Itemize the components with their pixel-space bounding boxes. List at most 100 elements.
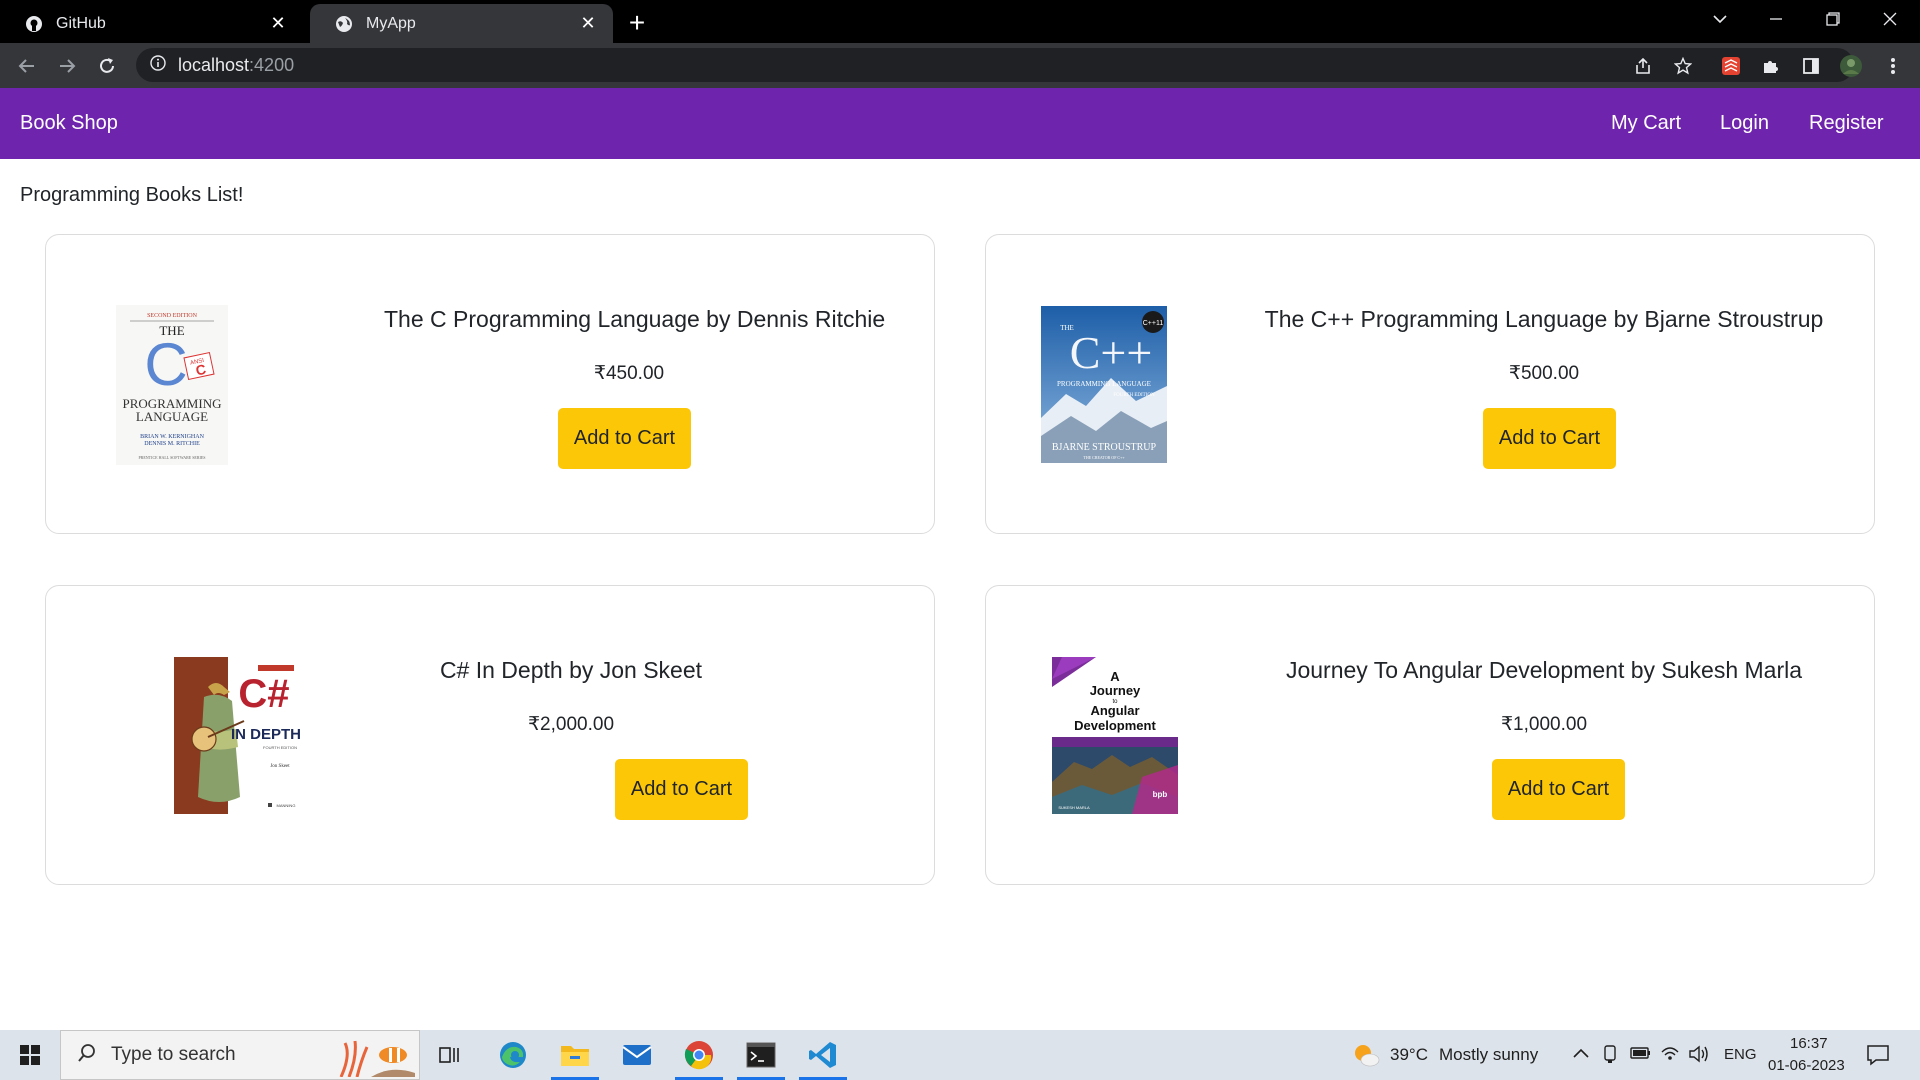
extensions-puzzle-icon[interactable] xyxy=(1756,51,1786,81)
terminal-icon[interactable] xyxy=(734,1030,788,1080)
search-placeholder: Type to search xyxy=(111,1044,236,1065)
clock-date[interactable]: 01-06-2023 xyxy=(1768,1057,1845,1074)
browser-tab-strip: GitHub ✕ MyApp ✕ + xyxy=(0,0,1920,43)
side-panel-icon[interactable] xyxy=(1796,51,1826,81)
back-icon[interactable] xyxy=(12,51,42,81)
nav-login[interactable]: Login xyxy=(1720,112,1769,135)
weather-temperature[interactable]: 39°C xyxy=(1390,1045,1428,1065)
tab-search-icon[interactable] xyxy=(1700,0,1740,38)
cover-text: BRIAN W. KERNIGHAN xyxy=(140,434,205,440)
book-price: ₹500.00 xyxy=(1508,363,1580,384)
task-view-icon[interactable] xyxy=(423,1030,477,1080)
show-hidden-icons-chevron-icon[interactable] xyxy=(1572,1046,1590,1065)
cover-text: MANNING xyxy=(277,803,296,808)
github-icon xyxy=(24,14,44,34)
search-icon xyxy=(77,1043,97,1068)
nav-register[interactable]: Register xyxy=(1809,112,1883,135)
profile-avatar-icon[interactable] xyxy=(1836,51,1866,81)
book-cover-angular: A Journey to Angular Development SUKESH … xyxy=(1052,657,1178,814)
book-card: SECOND EDITION THE C ANSI C PROGRAMMING … xyxy=(45,234,935,534)
cover-text: THE CREATOR OF C++ xyxy=(1083,455,1125,460)
info-icon[interactable] xyxy=(150,54,166,76)
tab-title: MyApp xyxy=(366,14,416,32)
add-to-cart-button[interactable]: Add to Cart xyxy=(1483,408,1616,469)
close-tab-icon[interactable]: ✕ xyxy=(267,13,289,35)
weather-sunny-icon[interactable] xyxy=(1352,1042,1380,1073)
cover-text: LANGUAGE xyxy=(136,409,208,424)
cover-text: Angular xyxy=(1090,703,1139,718)
cover-text: C xyxy=(144,331,187,398)
globe-icon xyxy=(334,14,354,34)
cover-text: C++11 xyxy=(1143,320,1164,327)
taskbar-search-box[interactable]: Type to search xyxy=(60,1030,420,1080)
tab-github[interactable]: GitHub ✕ xyxy=(0,4,303,43)
cover-text: A xyxy=(1110,669,1120,684)
book-title: C# In Depth by Jon Skeet xyxy=(439,657,703,683)
restore-icon[interactable] xyxy=(1813,0,1853,38)
share-icon[interactable] xyxy=(1628,51,1658,81)
windows-taskbar: Type to search 39°C Mostly sunny ENG 16:… xyxy=(0,1030,1920,1080)
book-card: C++11 THE C++ PROGRAMMING LANGUAGE FOURT… xyxy=(985,234,1875,534)
url-host: localhost xyxy=(178,54,250,75)
add-to-cart-button[interactable]: Add to Cart xyxy=(615,759,748,820)
book-cover-c: SECOND EDITION THE C ANSI C PROGRAMMING … xyxy=(116,305,228,465)
app-navbar: Book Shop My Cart Login Register xyxy=(0,88,1920,159)
cover-text: SECOND EDITION xyxy=(147,313,197,319)
page-title: Programming Books List! xyxy=(20,184,244,206)
cover-text: DENNIS M. RITCHIE xyxy=(144,441,200,447)
forward-icon[interactable] xyxy=(52,51,82,81)
cover-text: Jon Skeet xyxy=(270,764,290,769)
vscode-icon[interactable] xyxy=(796,1030,850,1080)
book-price: ₹1,000.00 xyxy=(1500,714,1588,735)
notification-center-icon[interactable] xyxy=(1866,1044,1890,1071)
book-title: The C++ Programming Language by Bjarne S… xyxy=(1264,306,1824,332)
cover-text: bpb xyxy=(1153,790,1168,799)
volume-icon[interactable] xyxy=(1688,1044,1710,1069)
cover-text: Journey xyxy=(1090,683,1141,698)
book-title: The C Programming Language by Dennis Rit… xyxy=(384,306,886,332)
reload-icon[interactable] xyxy=(92,51,122,81)
cover-text: FOURTH EDITION xyxy=(1113,393,1155,398)
cover-text: PRENTICE HALL SOFTWARE SERIES xyxy=(138,455,205,460)
book-cover-cpp: C++11 THE C++ PROGRAMMING LANGUAGE FOURT… xyxy=(1041,306,1167,463)
wifi-icon[interactable] xyxy=(1660,1044,1680,1067)
address-bar[interactable]: localhost:4200 xyxy=(136,48,1854,82)
battery-icon[interactable] xyxy=(1630,1046,1652,1065)
todoist-extension-icon[interactable] xyxy=(1716,51,1746,81)
windows-start-icon[interactable] xyxy=(3,1030,57,1080)
add-to-cart-button[interactable]: Add to Cart xyxy=(558,408,691,469)
close-tab-icon[interactable]: ✕ xyxy=(577,13,599,35)
cover-text: SUKESH MARLA xyxy=(1058,805,1090,810)
weather-condition[interactable]: Mostly sunny xyxy=(1439,1045,1538,1065)
book-card: A Journey to Angular Development SUKESH … xyxy=(985,585,1875,885)
chrome-browser-icon[interactable] xyxy=(672,1030,726,1080)
meet-now-icon[interactable] xyxy=(1602,1044,1620,1069)
cover-text: PROGRAMMING LANGUAGE xyxy=(1057,380,1151,388)
bookmark-star-icon[interactable] xyxy=(1668,51,1698,81)
new-tab-button[interactable]: + xyxy=(622,9,652,39)
browser-toolbar: localhost:4200 xyxy=(0,43,1920,88)
book-title: Journey To Angular Development by Sukesh… xyxy=(1285,657,1803,683)
search-highlight-icon xyxy=(339,1040,415,1077)
book-price: ₹450.00 xyxy=(593,363,665,384)
cover-text: BJARNE STROUSTRUP xyxy=(1052,442,1157,453)
tab-myapp[interactable]: MyApp ✕ xyxy=(310,4,613,43)
edge-browser-icon[interactable] xyxy=(486,1030,540,1080)
file-explorer-icon[interactable] xyxy=(548,1030,602,1080)
clock-time[interactable]: 16:37 xyxy=(1790,1035,1828,1052)
nav-my-cart[interactable]: My Cart xyxy=(1611,112,1681,135)
brand-link[interactable]: Book Shop xyxy=(20,112,118,135)
language-indicator[interactable]: ENG xyxy=(1724,1046,1757,1063)
cover-text: FOURTH EDITION xyxy=(263,745,297,750)
add-to-cart-button[interactable]: Add to Cart xyxy=(1492,759,1625,820)
tab-title: GitHub xyxy=(56,14,106,32)
url-port: :4200 xyxy=(249,54,295,75)
minimize-icon[interactable] xyxy=(1756,0,1796,38)
book-price: ₹2,000.00 xyxy=(527,714,615,735)
mail-icon[interactable] xyxy=(610,1030,664,1080)
cover-text: C++ xyxy=(1070,327,1153,378)
cover-text: Development xyxy=(1074,718,1156,733)
browser-menu-icon[interactable] xyxy=(1878,51,1908,81)
book-card: C# IN DEPTH FOURTH EDITION Jon Skeet MAN… xyxy=(45,585,935,885)
close-window-icon[interactable] xyxy=(1870,0,1910,38)
